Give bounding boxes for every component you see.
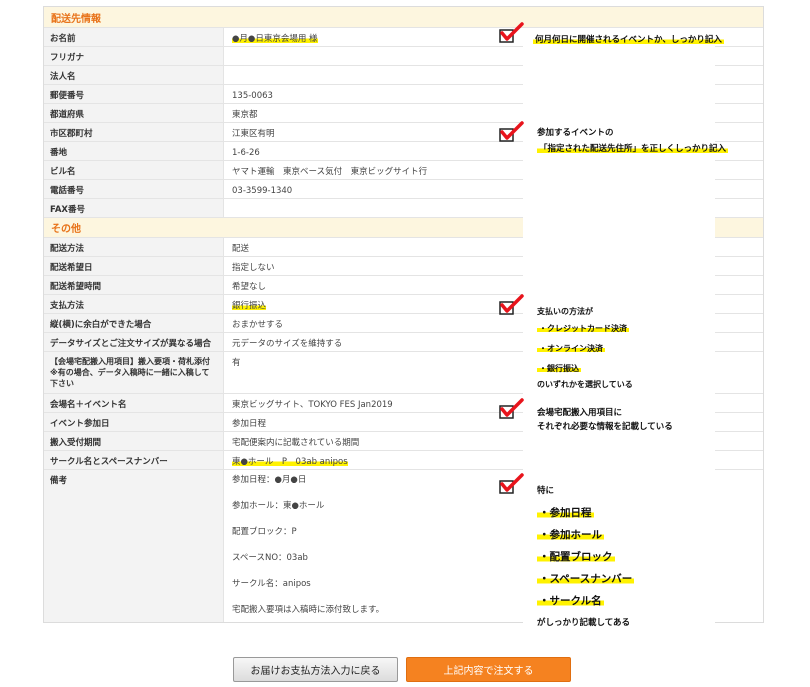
field-label: 電話番号 xyxy=(44,180,224,198)
field-label: 法人名 xyxy=(44,66,224,84)
annotation-text: それぞれ必要な情報を記載している xyxy=(537,422,673,432)
field-label: イベント参加日 xyxy=(44,413,224,431)
annotation-item: ・サークル名 xyxy=(537,595,604,607)
field-label: 都道府県 xyxy=(44,104,224,122)
field-label: 支払方法 xyxy=(44,295,224,313)
annotation-address: 参加するイベントの 「指定された配送先住所」を正しくしっかり記入 xyxy=(537,126,729,156)
annotation-item: ・オンライン決済 xyxy=(537,344,605,353)
annotation-item: ・参加ホール xyxy=(537,529,604,541)
annotation-item: ・銀行振込 xyxy=(537,364,581,373)
section-header-shipping: 配送先情報 xyxy=(44,7,763,27)
place-order-button[interactable]: 上記内容で注文する xyxy=(406,657,571,682)
annotation-item: ・クレジットカード決済 xyxy=(537,324,629,333)
annotation-payment: 支払いの方法が ・クレジットカード決済 ・オンライン決済 ・銀行振込 のいずれか… xyxy=(537,305,633,392)
field-label: ビル名 xyxy=(44,161,224,179)
field-label: 備考 xyxy=(44,470,224,622)
back-to-payment-button[interactable]: お届けお支払方法入力に戻る xyxy=(233,657,398,682)
highlighted-value: ●月●日東京会場用 様 xyxy=(232,34,318,44)
section-title: 配送先情報 xyxy=(51,13,101,25)
annotation-text: 参加するイベントの xyxy=(537,128,614,138)
field-label: お名前 xyxy=(44,28,224,46)
highlighted-value: 銀行振込 xyxy=(232,301,267,311)
check-mark-icon xyxy=(499,294,524,315)
field-label: 配送方法 xyxy=(44,238,224,256)
field-label: 【会場宅配搬入用項目】搬入要項・荷札添付 ※有の場合、データ入稿時に一緒に入稿し… xyxy=(44,352,224,393)
check-mark-icon xyxy=(499,473,524,494)
field-label: 縦(横)に余白ができた場合 xyxy=(44,314,224,332)
annotation-text: 支払いの方法が xyxy=(537,307,593,316)
check-mark-icon xyxy=(499,398,524,419)
section-title: その他 xyxy=(51,224,81,235)
annotation-text: 会場宅配搬入用項目に xyxy=(537,408,623,418)
field-label: 搬入受付期間 xyxy=(44,432,224,450)
field-label: 配送希望日 xyxy=(44,257,224,275)
annotation-text: のいずれかを選択している xyxy=(537,380,633,389)
annotation-item: ・配置ブロック xyxy=(537,551,615,563)
annotation-notes: 特に ・参加日程 ・参加ホール ・配置ブロック ・スペースナンバー ・サークル名… xyxy=(537,484,635,630)
highlighted-value: 東●ホール P 03ab anipos xyxy=(232,457,348,467)
annotation-text: 「指定された配送先住所」を正しくしっかり記入 xyxy=(537,144,729,154)
check-mark-icon xyxy=(499,121,524,142)
field-label: 市区郡町村 xyxy=(44,123,224,141)
field-label: 郵便番号 xyxy=(44,85,224,103)
annotation-text: がしっかり記載してある xyxy=(537,618,630,628)
check-mark-icon xyxy=(499,22,524,43)
field-label: データサイズとご注文サイズが異なる場合 xyxy=(44,333,224,351)
annotation-text: 何月何日に開催されるイベントか、しっかり記入 xyxy=(533,35,724,45)
field-label: サークル名とスペースナンバー xyxy=(44,451,224,469)
field-label: 会場名＋イベント名 xyxy=(44,394,224,412)
field-label: 番地 xyxy=(44,142,224,160)
annotation-venue: 会場宅配搬入用項目に それぞれ必要な情報を記載している xyxy=(537,406,673,434)
annotation-text: 特に xyxy=(537,486,555,496)
annotation-item: ・スペースナンバー xyxy=(537,573,635,585)
annotation-date: 何月何日に開催されるイベントか、しっかり記入 xyxy=(533,33,724,47)
field-label: フリガナ xyxy=(44,47,224,65)
field-label: 配送希望時間 xyxy=(44,276,224,294)
annotation-item: ・参加日程 xyxy=(537,507,594,519)
field-label: FAX番号 xyxy=(44,199,224,217)
